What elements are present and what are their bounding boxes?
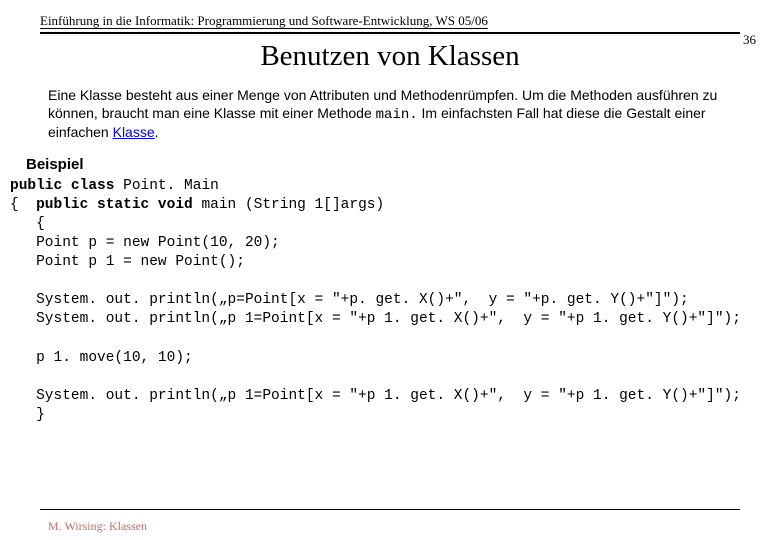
header-rule bbox=[40, 32, 740, 34]
class-name: Point. Main bbox=[123, 178, 219, 194]
footer-rule bbox=[40, 509, 740, 510]
course-title: Einführung in die Informatik: Programmie… bbox=[40, 13, 488, 28]
footer-text: M. Wirsing: Klassen bbox=[48, 519, 147, 534]
kw-main-mods: public static void bbox=[36, 197, 201, 213]
brace-open: { bbox=[10, 197, 36, 213]
intro-paragraph: Eine Klasse besteht aus einer Menge von … bbox=[48, 87, 732, 142]
page-number: 36 bbox=[743, 32, 756, 48]
intro-mono: main. bbox=[376, 107, 418, 123]
klasse-link[interactable]: Klasse bbox=[113, 124, 155, 140]
kw-public-class: public class bbox=[10, 178, 123, 194]
code-body: { Point p = new Point(10, 20); Point p 1… bbox=[10, 216, 741, 423]
code-block: public class Point. Main { public static… bbox=[10, 177, 770, 426]
page-title: Benutzen von Klassen bbox=[0, 40, 780, 73]
intro-period: . bbox=[155, 124, 159, 140]
section-heading: Beispiel bbox=[26, 156, 754, 173]
header: Einführung in die Informatik: Programmie… bbox=[0, 0, 780, 30]
main-signature: main (String 1[]args) bbox=[201, 197, 384, 213]
